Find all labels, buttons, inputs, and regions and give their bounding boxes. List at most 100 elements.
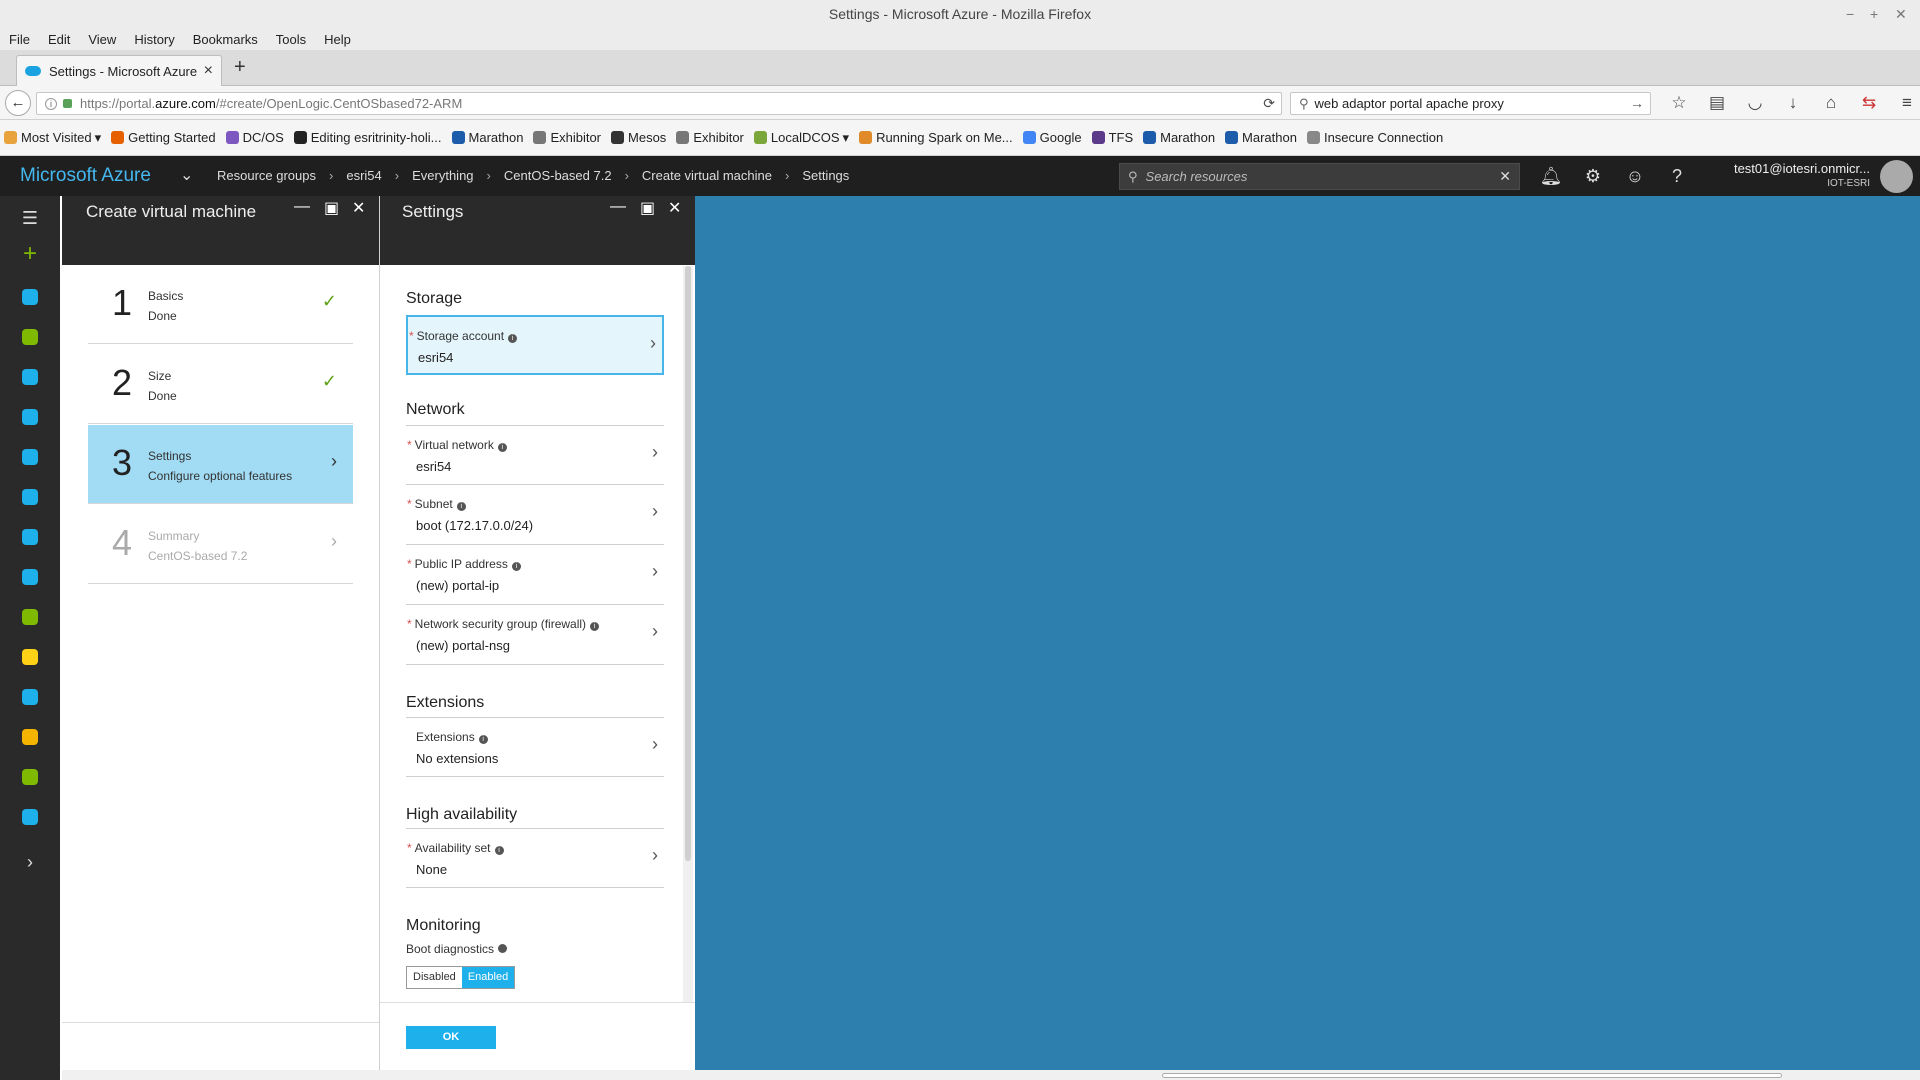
storage-account-field[interactable]: * Storage account i esri54 › — [406, 315, 664, 375]
bookmark-item[interactable]: Exhibitor — [533, 130, 601, 145]
help-icon[interactable]: ? — [1656, 156, 1698, 196]
bookmark-item[interactable]: Insecure Connection — [1306, 130, 1443, 145]
service-nav-icon[interactable] — [0, 329, 60, 350]
close-blade-icon[interactable]: ✕ — [352, 198, 365, 218]
service-nav-icon[interactable] — [0, 609, 60, 630]
search-go-arrow-icon[interactable]: → — [1630, 95, 1644, 111]
service-nav-icon[interactable] — [0, 449, 60, 470]
reload-icon[interactable]: ⟳ — [1263, 95, 1275, 112]
info-icon[interactable]: i — [590, 622, 600, 631]
menu-edit[interactable]: Edit — [48, 32, 70, 47]
settings-scrollbar[interactable] — [683, 266, 693, 1061]
public-ip-field[interactable]: * Public IP address i (new) portal-ip › — [406, 545, 664, 605]
new-tab-icon[interactable]: + — [234, 56, 246, 79]
info-icon[interactable]: i — [45, 97, 57, 110]
minimize-blade-icon[interactable]: — — [294, 198, 310, 216]
scrollbar-thumb[interactable] — [685, 266, 691, 861]
service-nav-icon[interactable] — [0, 649, 60, 670]
info-icon[interactable]: i — [494, 846, 504, 855]
step-settings[interactable]: 3 Settings Configure optional features › — [88, 425, 353, 504]
avatar[interactable] — [1880, 160, 1913, 193]
chevron-right-icon[interactable]: › — [0, 852, 60, 873]
service-nav-icon[interactable] — [0, 729, 60, 750]
hamburger-menu-icon[interactable]: ☰ — [0, 208, 60, 229]
menu-tools[interactable]: Tools — [276, 32, 306, 47]
scrollbar-thumb[interactable] — [1162, 1073, 1782, 1078]
sync-arrows-icon[interactable]: ⇆ — [1850, 92, 1888, 114]
hamburger-menu-icon[interactable]: ≡ — [1888, 92, 1920, 114]
bookmark-star-icon[interactable]: ☆ — [1660, 92, 1698, 114]
smiley-icon[interactable]: ☺ — [1614, 156, 1656, 196]
service-nav-icon[interactable] — [0, 289, 60, 310]
horizontal-scrollbar[interactable] — [62, 1070, 1920, 1080]
info-icon[interactable] — [498, 944, 508, 953]
virtual-network-field[interactable]: * Virtual network i esri54 › — [406, 425, 664, 485]
bookmark-item[interactable]: Editing esritrinity-holi... — [293, 130, 442, 145]
azure-brand[interactable]: Microsoft Azure — [20, 156, 151, 196]
service-nav-icon[interactable] — [0, 569, 60, 590]
ok-button[interactable]: OK — [406, 1026, 496, 1049]
url-bar[interactable]: i https://portal. azure.com/#create/OpenL… — [36, 92, 1282, 115]
bookmark-item[interactable]: Mesos — [611, 130, 666, 145]
minimize-icon[interactable]: − — [1846, 0, 1854, 28]
breadcrumb-esri54[interactable]: esri54 — [346, 156, 381, 196]
back-arrow-icon[interactable]: ← — [5, 90, 31, 116]
service-nav-icon[interactable] — [0, 489, 60, 510]
boot-diagnostics-toggle[interactable]: Disabled Enabled — [406, 966, 516, 989]
new-plus-icon[interactable]: + — [0, 240, 60, 268]
toggle-enabled[interactable]: Enabled — [461, 967, 515, 988]
nsg-field[interactable]: * Network security group (firewall) i (new… — [406, 605, 664, 665]
bookmark-item[interactable]: Most Visited ▾ — [4, 130, 101, 146]
menu-view[interactable]: View — [88, 32, 116, 47]
maximize-blade-icon[interactable]: ▣ — [324, 198, 339, 218]
subnet-field[interactable]: * Subnet i boot (172.17.0.0/24) › — [406, 485, 664, 545]
bookmark-item[interactable]: Marathon — [1225, 130, 1297, 145]
bookmark-item[interactable]: Google — [1022, 130, 1082, 145]
bell-icon[interactable]: 🔔︎ — [1530, 156, 1572, 196]
browser-tab[interactable]: Settings - Microsoft Azure × — [16, 55, 222, 86]
bookmark-item[interactable]: Marathon — [1143, 130, 1215, 145]
menu-history[interactable]: History — [134, 32, 174, 47]
download-icon[interactable]: ↓ — [1774, 92, 1812, 114]
close-window-icon[interactable]: ✕ — [1895, 0, 1907, 28]
close-tab-icon[interactable]: × — [204, 62, 213, 80]
info-icon[interactable]: i — [478, 735, 488, 744]
service-nav-icon[interactable] — [0, 809, 60, 830]
bookmark-item[interactable]: TFS — [1091, 130, 1133, 145]
bookmark-item[interactable]: Running Spark on Me... — [859, 130, 1013, 145]
bookmark-item[interactable]: Marathon — [451, 130, 523, 145]
clear-search-icon[interactable]: ✕ — [1499, 168, 1511, 185]
bookmark-item[interactable]: DC/OS — [225, 130, 284, 145]
minimize-blade-icon[interactable]: — — [610, 198, 626, 216]
service-nav-icon[interactable] — [0, 769, 60, 790]
breadcrumb-resource-groups[interactable]: Resource groups — [217, 156, 316, 196]
info-icon[interactable]: i — [456, 502, 466, 511]
step-summary[interactable]: 4 Summary CentOS-based 7.2 › — [88, 505, 353, 584]
service-nav-icon[interactable] — [0, 689, 60, 710]
bookmark-item[interactable]: LocalDCOS ▾ — [753, 130, 849, 146]
menu-file[interactable]: File — [9, 32, 30, 47]
bookmark-item[interactable]: Exhibitor — [676, 130, 744, 145]
breadcrumb-create-vm[interactable]: Create virtual machine — [642, 156, 772, 196]
step-basics[interactable]: 1 Basics Done ✓ — [88, 265, 353, 344]
resource-search-input[interactable]: ⚲ Search resources ✕ — [1119, 163, 1520, 190]
maximize-blade-icon[interactable]: ▣ — [640, 198, 655, 218]
info-icon[interactable]: i — [511, 562, 521, 571]
info-icon[interactable]: i — [508, 334, 518, 343]
step-size[interactable]: 2 Size Done ✓ — [88, 345, 353, 424]
home-icon[interactable]: ⌂ — [1812, 92, 1850, 114]
pocket-icon[interactable]: ◡ — [1736, 92, 1774, 114]
toggle-disabled[interactable]: Disabled — [407, 967, 462, 988]
breadcrumb-centos[interactable]: CentOS-based 7.2 — [504, 156, 612, 196]
account-info[interactable]: test01@iotesri.onmicr... IOT-ESRI — [1700, 161, 1870, 191]
search-bar[interactable]: ⚲ web adaptor portal apache proxy → — [1290, 92, 1651, 115]
info-icon[interactable]: i — [497, 443, 507, 452]
extensions-field[interactable]: Extensions i No extensions › — [406, 717, 664, 777]
bookmark-item[interactable]: Getting Started — [111, 130, 216, 145]
menu-bookmarks[interactable]: Bookmarks — [193, 32, 258, 47]
service-nav-icon[interactable] — [0, 409, 60, 430]
gear-icon[interactable]: ⚙ — [1572, 156, 1614, 196]
close-blade-icon[interactable]: ✕ — [668, 198, 681, 218]
breadcrumb-settings[interactable]: Settings — [802, 156, 849, 196]
reading-list-icon[interactable]: ▤ — [1698, 92, 1736, 114]
